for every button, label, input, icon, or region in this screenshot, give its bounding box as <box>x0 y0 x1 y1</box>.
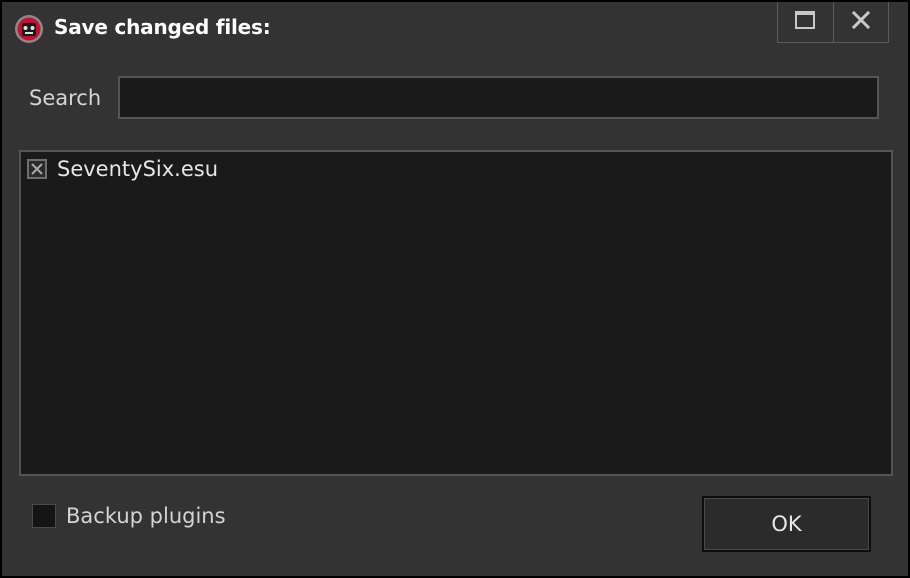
save-changed-files-dialog: Save changed files: Search SeventySix.es… <box>0 0 910 578</box>
backup-plugins-option[interactable]: Backup plugins <box>32 502 226 530</box>
title-bar[interactable]: Save changed files: <box>2 2 908 50</box>
close-button[interactable] <box>832 2 889 42</box>
ok-button[interactable]: OK <box>702 496 871 552</box>
changed-files-list[interactable]: SeventySix.esu <box>19 150 893 476</box>
caption-buttons <box>777 2 889 43</box>
list-item[interactable]: SeventySix.esu <box>27 156 218 182</box>
backup-plugins-label: Backup plugins <box>66 504 226 528</box>
app-logo-icon <box>14 14 44 44</box>
maximize-icon <box>795 11 816 33</box>
file-name: SeventySix.esu <box>57 157 219 181</box>
file-checkbox[interactable] <box>27 159 47 179</box>
checkmark-x-icon <box>31 163 43 175</box>
backup-plugins-checkbox[interactable] <box>32 504 56 528</box>
maximize-button[interactable] <box>778 2 833 42</box>
dialog-title: Save changed files: <box>54 15 271 39</box>
search-input[interactable] <box>118 76 879 119</box>
search-label: Search <box>29 86 102 110</box>
close-icon <box>851 10 870 33</box>
